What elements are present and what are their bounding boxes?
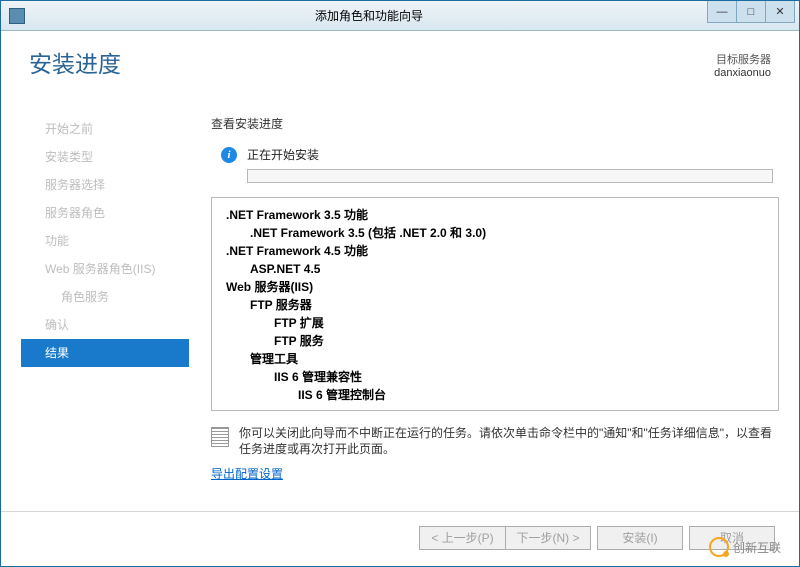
window-controls: — □ ✕ — [707, 1, 799, 30]
feature-item: .NET Framework 3.5 (包括 .NET 2.0 和 3.0) — [222, 224, 778, 242]
target-label: 目标服务器 — [714, 51, 771, 67]
step-features: 功能 — [21, 227, 189, 255]
feature-item: 管理工具 — [222, 350, 778, 368]
main-panel: 查看安装进度 i 正在开始安装 .NET Framework 3.5 功能.NE… — [189, 107, 779, 511]
progress-bar — [247, 169, 773, 183]
step-before-begin: 开始之前 — [21, 115, 189, 143]
step-results: 结果 — [21, 339, 189, 367]
feature-item: FTP 服务 — [222, 332, 778, 350]
step-server-roles: 服务器角色 — [21, 199, 189, 227]
footer: < 上一步(P) 下一步(N) > 安装(I) 取消 创新互联 — [1, 511, 799, 563]
feature-item: FTP 扩展 — [222, 314, 778, 332]
close-button[interactable]: ✕ — [765, 1, 795, 23]
feature-item: .NET Framework 4.5 功能 — [222, 242, 778, 260]
cancel-button[interactable]: 取消 — [689, 526, 775, 550]
step-install-type: 安装类型 — [21, 143, 189, 171]
feature-item: .NET Framework 3.5 功能 — [222, 206, 778, 224]
minimize-button[interactable]: — — [707, 1, 737, 23]
maximize-button[interactable]: □ — [736, 1, 766, 23]
feature-item: IIS 6 管理控制台 — [222, 386, 778, 404]
feature-item: ASP.NET 4.5 — [222, 260, 778, 278]
nav-button-group: < 上一步(P) 下一步(N) > — [419, 526, 591, 550]
feature-item: IIS 6 管理兼容性 — [222, 368, 778, 386]
step-web-server-role: Web 服务器角色(IIS) — [21, 255, 189, 283]
step-confirmation: 确认 — [21, 311, 189, 339]
status-row: i 正在开始安装 — [211, 146, 779, 163]
feature-item: FTP 服务器 — [222, 296, 778, 314]
info-icon: i — [221, 147, 237, 163]
status-text: 正在开始安装 — [247, 146, 319, 163]
previous-button[interactable]: < 上一步(P) — [419, 526, 505, 550]
header: 安装进度 目标服务器 danxiaonuo — [29, 45, 771, 79]
app-icon — [9, 8, 25, 24]
content: 安装进度 目标服务器 danxiaonuo 开始之前 安装类型 服务器选择 服务… — [1, 31, 799, 511]
target-name: danxiaonuo — [714, 67, 771, 79]
feature-item: Web 服务器(IIS) — [222, 278, 778, 296]
note: 你可以关闭此向导而不中断正在运行的任务。请依次单击命令栏中的"通知"和"任务详细… — [211, 425, 779, 457]
note-text: 你可以关闭此向导而不中断正在运行的任务。请依次单击命令栏中的"通知"和"任务详细… — [239, 425, 779, 457]
feature-list[interactable]: .NET Framework 3.5 功能.NET Framework 3.5 … — [211, 197, 779, 411]
target-server: 目标服务器 danxiaonuo — [714, 51, 771, 79]
step-role-services: 角色服务 — [21, 283, 189, 311]
titlebar: 添加角色和功能向导 — □ ✕ — [1, 1, 799, 31]
export-config-link[interactable]: 导出配置设置 — [211, 465, 779, 482]
wizard-steps: 开始之前 安装类型 服务器选择 服务器角色 功能 Web 服务器角色(IIS) … — [21, 107, 189, 511]
step-server-selection: 服务器选择 — [21, 171, 189, 199]
note-icon — [211, 427, 229, 447]
window-title: 添加角色和功能向导 — [31, 7, 707, 24]
page-title: 安装进度 — [29, 45, 121, 79]
body: 开始之前 安装类型 服务器选择 服务器角色 功能 Web 服务器角色(IIS) … — [21, 107, 779, 511]
section-label: 查看安装进度 — [211, 115, 779, 132]
install-button[interactable]: 安装(I) — [597, 526, 683, 550]
next-button[interactable]: 下一步(N) > — [505, 526, 591, 550]
